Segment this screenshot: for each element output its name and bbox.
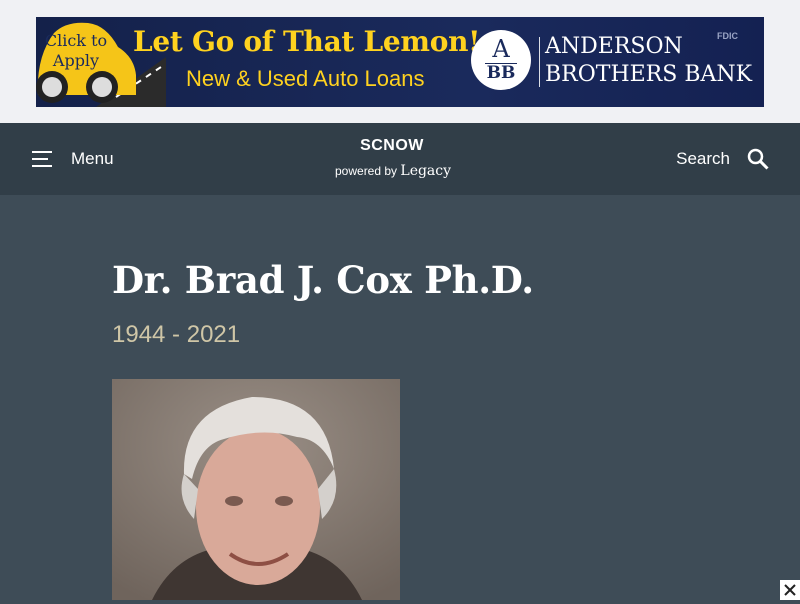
magnifier-icon bbox=[747, 148, 769, 170]
close-ad-button[interactable] bbox=[780, 580, 800, 600]
site-logo[interactable]: SCNOW powered by Legacy bbox=[330, 135, 460, 185]
bank-logo-bottom: BB bbox=[486, 63, 516, 83]
obituary-years: 1944 - 2021 bbox=[112, 321, 241, 348]
bank-logo-top: A bbox=[492, 35, 510, 63]
powered-by-text: powered by bbox=[335, 164, 398, 178]
ad-headline: Let Go of That Lemon! bbox=[133, 25, 481, 58]
obituary-name: Dr. Brad J. Cox Ph.D. bbox=[112, 258, 534, 302]
bank-name: ANDERSON BROTHERS BANK bbox=[545, 33, 752, 89]
portrait-photo bbox=[112, 379, 400, 600]
close-icon bbox=[784, 584, 796, 596]
ad-strip: Click to Apply Let Go of That Lemon! New… bbox=[0, 0, 800, 123]
hamburger-icon bbox=[32, 151, 52, 167]
fdic-badge: FDIC bbox=[717, 31, 738, 41]
ad-divider bbox=[539, 37, 540, 87]
bank-name-line2: BROTHERS BANK bbox=[545, 62, 753, 87]
search-button[interactable]: Search bbox=[676, 147, 770, 171]
portrait-image bbox=[112, 379, 400, 600]
ad-click-to-apply[interactable]: Click to Apply bbox=[44, 31, 108, 71]
bank-logo: A BB bbox=[471, 30, 531, 90]
menu-button[interactable]: Menu bbox=[32, 147, 114, 171]
legacy-logo: Legacy bbox=[400, 163, 452, 179]
menu-label: Menu bbox=[71, 149, 114, 168]
scnow-logo: SCNOW bbox=[360, 137, 424, 154]
site-header: Menu SCNOW powered by Legacy Search bbox=[0, 123, 800, 195]
ad-subheadline: New & Used Auto Loans bbox=[186, 66, 425, 91]
powered-by: powered by Legacy bbox=[335, 163, 451, 179]
ad-banner[interactable]: Click to Apply Let Go of That Lemon! New… bbox=[36, 17, 764, 107]
search-label: Search bbox=[676, 149, 730, 168]
